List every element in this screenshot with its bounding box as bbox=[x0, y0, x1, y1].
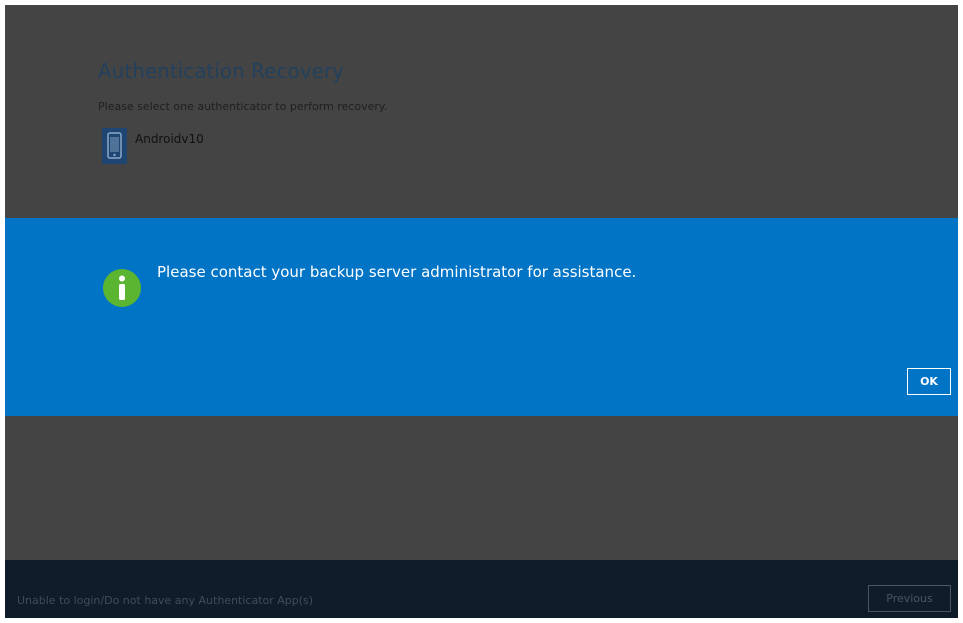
unable-to-login-link[interactable]: Unable to login/Do not have any Authenti… bbox=[17, 594, 313, 607]
page-subtitle: Please select one authenticator to perfo… bbox=[98, 100, 388, 113]
footer-bar: Unable to login/Do not have any Authenti… bbox=[5, 560, 958, 618]
mobile-phone-icon bbox=[102, 128, 127, 164]
message-dialog: Please contact your backup server admini… bbox=[5, 218, 958, 416]
dialog-message: Please contact your backup server admini… bbox=[157, 263, 637, 281]
page-title: Authentication Recovery bbox=[98, 59, 344, 83]
authenticator-label: Androidv10 bbox=[135, 132, 204, 146]
app-window: Authentication Recovery Please select on… bbox=[5, 5, 958, 618]
ok-button[interactable]: OK bbox=[907, 368, 951, 395]
previous-button[interactable]: Previous bbox=[868, 585, 951, 612]
info-icon bbox=[103, 269, 141, 307]
authenticator-item-androidv10[interactable]: Androidv10 bbox=[102, 128, 204, 164]
